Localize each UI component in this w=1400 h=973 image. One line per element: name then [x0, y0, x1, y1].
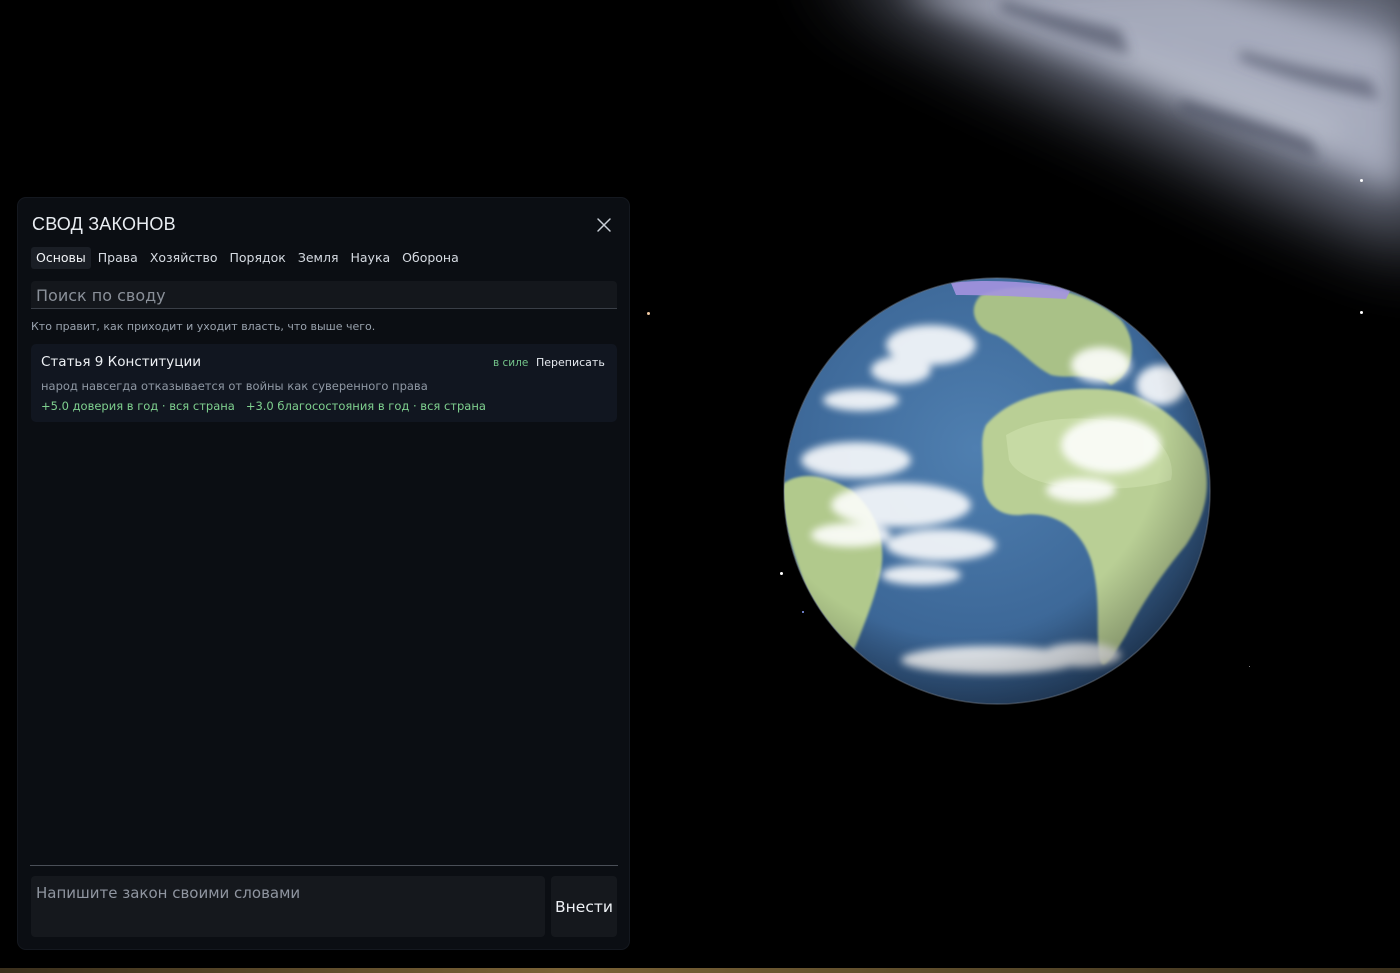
close-icon[interactable]	[595, 216, 613, 234]
tab-nauka[interactable]: Наука	[345, 247, 395, 269]
law-code-panel: СВОД ЗАКОНОВ Основы Права Хозяйство Поря…	[18, 198, 629, 949]
earth-globe-icon[interactable]	[781, 275, 1213, 707]
star	[647, 312, 650, 315]
tab-poryadok[interactable]: Порядок	[224, 247, 290, 269]
star	[1360, 179, 1363, 182]
law-effect: +5.0 доверия в год · вся страна	[41, 399, 235, 413]
law-title: Статья 9 Конституции	[41, 354, 201, 370]
scene-viewport[interactable]: СВОД ЗАКОНОВ Основы Права Хозяйство Поря…	[0, 0, 1400, 973]
panel-title: СВОД ЗАКОНОВ	[32, 214, 176, 234]
tab-hozyaystvo[interactable]: Хозяйство	[145, 247, 223, 269]
tab-oborona[interactable]: Оборона	[397, 247, 464, 269]
tab-prava[interactable]: Права	[93, 247, 143, 269]
search-input[interactable]	[31, 281, 617, 309]
rewrite-button[interactable]: Переписать	[536, 356, 605, 369]
law-card: Статья 9 Конституции в силе Переписать н…	[31, 344, 617, 422]
tab-osnovy[interactable]: Основы	[31, 247, 91, 269]
submit-law-button[interactable]: Внести	[551, 876, 617, 937]
category-tabs: Основы Права Хозяйство Порядок Земля Нау…	[31, 247, 464, 269]
law-composer-input[interactable]	[31, 876, 545, 937]
law-effects: +5.0 доверия в год · вся страна +3.0 бла…	[41, 399, 486, 413]
law-text: народ навсегда отказывается от войны как…	[41, 379, 428, 393]
law-effect: +3.0 благосостояния в год · вся страна	[245, 399, 486, 413]
law-status-badge: в силе	[493, 357, 529, 369]
section-description: Кто правит, как приходит и уходит власть…	[31, 320, 376, 333]
bottom-status-bar	[0, 968, 1400, 973]
tab-zemlya[interactable]: Земля	[293, 247, 344, 269]
divider	[30, 865, 618, 866]
star	[1249, 666, 1250, 667]
star	[1360, 311, 1363, 314]
